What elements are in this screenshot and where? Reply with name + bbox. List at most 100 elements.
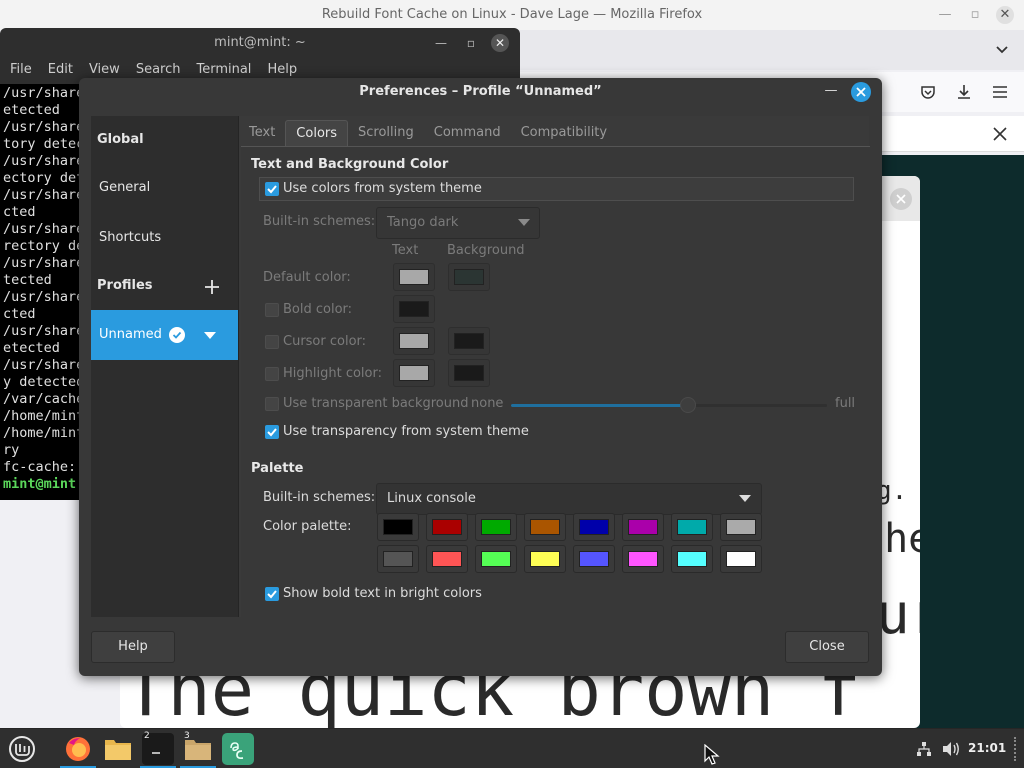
transparency-slider-handle[interactable] (680, 397, 696, 413)
maximize-icon[interactable]: ▫ (462, 34, 480, 52)
close-notification-icon[interactable] (990, 124, 1010, 144)
palette-color-button[interactable] (377, 513, 419, 541)
download-icon[interactable] (954, 82, 974, 102)
palette-scheme-label: Built-in schemes: (263, 490, 376, 505)
minimize-icon[interactable]: — (432, 34, 450, 52)
help-button[interactable]: Help (91, 631, 175, 663)
chevron-down-icon (739, 495, 751, 502)
volume-icon[interactable] (940, 739, 962, 759)
palette-color-swatch (726, 519, 756, 535)
use-system-colors-checkbox[interactable] (265, 182, 279, 196)
palette-color-button[interactable] (573, 513, 615, 541)
pocket-icon[interactable] (918, 82, 938, 102)
highlight-bg-swatch (454, 365, 484, 381)
cursor-color-checkbox[interactable] (265, 335, 279, 349)
preferences-sidebar: Global General Shortcuts Profiles Unname… (91, 116, 238, 617)
close-icon[interactable] (890, 188, 912, 210)
transparent-bg-checkbox[interactable] (265, 397, 279, 411)
palette-color-swatch (530, 551, 560, 567)
default-text-swatch (399, 269, 429, 285)
sidebar-item-general[interactable]: General (91, 170, 238, 206)
palette-color-swatch (432, 551, 462, 567)
mouse-cursor-icon (702, 743, 722, 767)
palette-color-swatch (677, 551, 707, 567)
tab-command[interactable]: Command (424, 120, 511, 146)
palette-color-button[interactable] (671, 545, 713, 573)
tab-colors[interactable]: Colors (285, 120, 349, 146)
close-button[interactable]: Close (785, 631, 869, 663)
profile-menu-arrow-icon[interactable] (203, 330, 217, 340)
palette-color-button[interactable] (573, 545, 615, 573)
default-bg-swatch (454, 269, 484, 285)
chevron-down-icon (518, 219, 530, 226)
add-profile-icon[interactable] (203, 278, 221, 296)
preferences-dialog: Preferences – Profile “Unnamed” — Global… (79, 78, 882, 676)
cursor-text-color-button[interactable] (393, 327, 435, 355)
network-icon[interactable] (914, 739, 934, 759)
use-system-colors-label: Use colors from system theme (283, 181, 482, 196)
default-text-color-button[interactable] (393, 263, 435, 291)
palette-color-button[interactable] (475, 545, 517, 573)
sidebar-item-shortcuts[interactable]: Shortcuts (91, 220, 238, 256)
palette-color-button[interactable] (622, 513, 664, 541)
use-transparency-system-label: Use transparency from system theme (283, 424, 529, 439)
palette-color-button[interactable] (377, 545, 419, 573)
notification-bar (880, 116, 1024, 152)
palette-color-button[interactable] (524, 545, 566, 573)
palette-color-button[interactable] (622, 545, 664, 573)
minimize-icon[interactable]: — (936, 6, 954, 24)
tab-compatibility[interactable]: Compatibility (511, 120, 618, 146)
mint-menu-icon[interactable] (6, 733, 38, 765)
clock[interactable]: 21:01 (968, 741, 1006, 755)
palette-scheme-select[interactable]: Linux console (376, 483, 762, 515)
sidebar-item-profile-unnamed[interactable]: Unnamed (91, 310, 238, 360)
palette-color-button[interactable] (426, 545, 468, 573)
highlight-bg-color-button[interactable] (448, 359, 490, 387)
chevron-down-icon[interactable] (992, 40, 1012, 60)
builtin-scheme-label: Built-in schemes: (263, 214, 376, 229)
text-bg-heading: Text and Background Color (251, 157, 449, 172)
palette-color-button[interactable] (720, 513, 762, 541)
close-icon[interactable]: ✕ (996, 6, 1014, 24)
hamburger-menu-icon[interactable] (990, 82, 1010, 102)
font-viewer-icon[interactable] (222, 733, 254, 765)
builtin-scheme-select[interactable]: Tango dark (376, 207, 540, 239)
palette-color-button[interactable] (426, 513, 468, 541)
palette-color-button[interactable] (671, 513, 713, 541)
default-profile-check-icon (169, 327, 185, 343)
menu-edit[interactable]: Edit (48, 58, 73, 82)
palette-color-button[interactable] (475, 513, 517, 541)
use-transparency-system-checkbox[interactable] (265, 425, 279, 439)
palette-color-swatch (481, 519, 511, 535)
palette-color-swatch (579, 519, 609, 535)
close-icon[interactable] (851, 82, 871, 102)
files-icon[interactable] (102, 733, 134, 765)
palette-color-button[interactable] (720, 545, 762, 573)
bold-color-checkbox[interactable] (265, 303, 279, 317)
minimize-icon[interactable]: — (822, 83, 840, 101)
sidebar-heading-global: Global (97, 132, 144, 147)
profile-tabs: Text Colors Scrolling Command Compatibil… (239, 120, 617, 146)
bold-text-color-button[interactable] (393, 295, 435, 323)
default-bg-color-button[interactable] (448, 263, 490, 291)
colors-panel: Text and Background Color Use colors fro… (241, 146, 870, 617)
profile-name: Unnamed (99, 327, 162, 342)
menu-file[interactable]: File (10, 58, 32, 82)
palette-scheme-value: Linux console (387, 491, 476, 506)
maximize-icon[interactable]: ▫ (966, 6, 984, 24)
cursor-color-label: Cursor color: (283, 334, 367, 349)
close-icon[interactable]: ✕ (491, 34, 509, 52)
transparent-bg-label: Use transparent background (283, 396, 469, 411)
color-palette-label: Color palette: (263, 519, 352, 534)
highlight-text-color-button[interactable] (393, 359, 435, 387)
transparency-min-label: none (471, 396, 504, 411)
tab-text[interactable]: Text (239, 120, 285, 146)
highlight-color-checkbox[interactable] (265, 367, 279, 381)
bold-bright-checkbox[interactable] (265, 587, 279, 601)
palette-color-button[interactable] (524, 513, 566, 541)
bold-bright-label: Show bold text in bright colors (283, 586, 482, 601)
tab-scrolling[interactable]: Scrolling (348, 120, 424, 146)
show-desktop-handle[interactable] (1014, 737, 1018, 761)
firefox-icon[interactable] (62, 733, 94, 765)
cursor-bg-color-button[interactable] (448, 327, 490, 355)
